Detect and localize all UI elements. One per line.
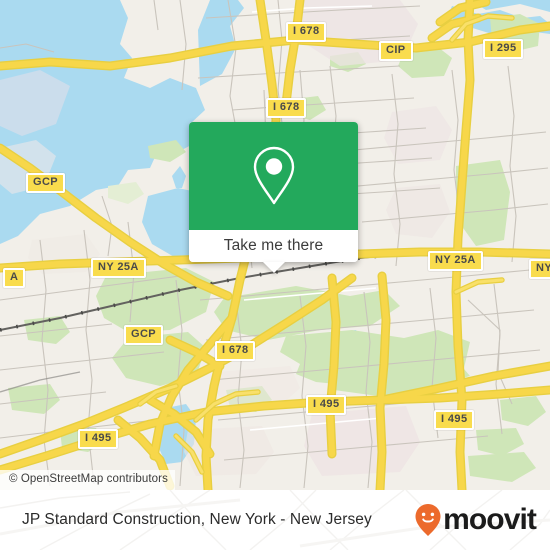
highway-shield: I 495 [78,429,119,449]
highway-shield: I 678 [286,22,327,42]
map-popup-card[interactable]: Take me there [189,122,358,273]
highway-shield: CIP [379,41,413,61]
highway-shield: NY 25A [428,251,483,271]
popup-card-pointer [262,262,285,273]
map-attribution[interactable]: © OpenStreetMap contributors [0,470,175,490]
popup-card-action[interactable]: Take me there [189,230,358,273]
highway-shield: A [3,268,26,288]
map-pin-icon [253,146,294,205]
page-footer: JP Standard Construction, New York - New… [0,490,550,550]
highway-shield: I 495 [306,395,347,415]
place-title: JP Standard Construction, New York - New… [22,511,372,528]
moovit-smiley-pin-icon [415,504,441,536]
moovit-map-screenshot: I 678 CIP I 295 I 678 GCP NY 25A A NY 25A NY 25A… [0,0,550,550]
highway-shield: I 295 [483,39,524,59]
moovit-wordmark: moovit [443,503,537,536]
highway-shield: GCP [26,173,66,193]
highway-shield: I 678 [215,341,256,361]
popup-card-header [189,122,358,230]
highway-shield: NY 25A [91,258,146,278]
take-me-there-label: Take me there [223,237,324,254]
highway-shield: I 495 [434,410,475,430]
highway-shield: I 678 [266,98,307,118]
highway-shield: NY 25A [529,259,550,279]
highway-shield: GCP [124,325,164,345]
moovit-logo[interactable]: moovit [414,503,537,537]
